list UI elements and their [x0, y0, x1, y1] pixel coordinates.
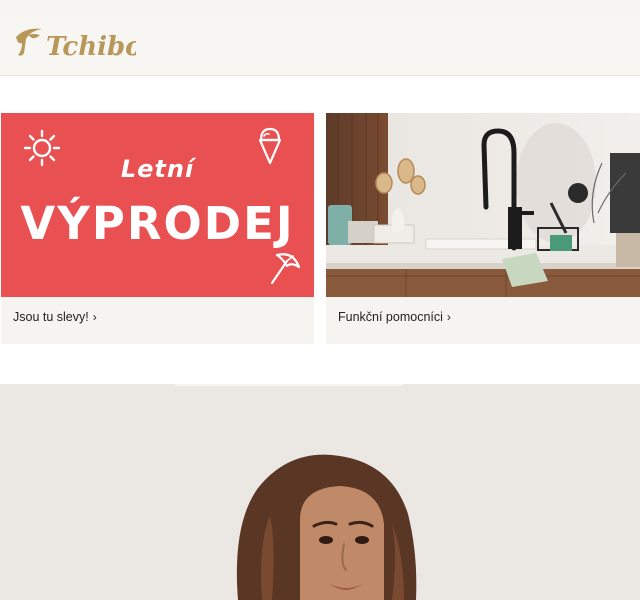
- sale-headline-big: VÝPRODEJ: [20, 197, 295, 250]
- chevron-right-icon: ›: [92, 310, 97, 324]
- promo-card-summer-sale[interactable]: Letní VÝPRODEJ Jsou tu slevy! ›: [1, 113, 314, 344]
- summer-sale-link[interactable]: Jsou tu slevy! ›: [13, 310, 97, 324]
- kitchen-faucet-photo: [326, 113, 640, 297]
- kitchen-helpers-link[interactable]: Funkční pomocníci ›: [338, 310, 451, 324]
- sale-headline-small: Letní: [120, 155, 195, 183]
- woman-portrait-photo: [0, 384, 640, 600]
- top-strip: [0, 0, 640, 11]
- site-header: Tchibo: [0, 11, 640, 76]
- tchibo-logo[interactable]: Tchibo: [12, 23, 136, 63]
- umbrella-icon: [270, 253, 301, 285]
- hero-divider: [175, 384, 403, 386]
- promo-card-kitchen-helpers[interactable]: Funkční pomocníci ›: [326, 113, 640, 344]
- svg-text:Tchibo: Tchibo: [46, 32, 136, 62]
- kitchen-photo[interactable]: [326, 113, 640, 297]
- kitchen-helpers-caption: Funkční pomocníci: [338, 310, 443, 324]
- summer-sale-caption: Jsou tu slevy!: [13, 310, 89, 324]
- chevron-right-icon: ›: [446, 310, 451, 324]
- hero-banner[interactable]: [0, 384, 640, 600]
- summer-sale-banner[interactable]: Letní VÝPRODEJ: [1, 113, 314, 297]
